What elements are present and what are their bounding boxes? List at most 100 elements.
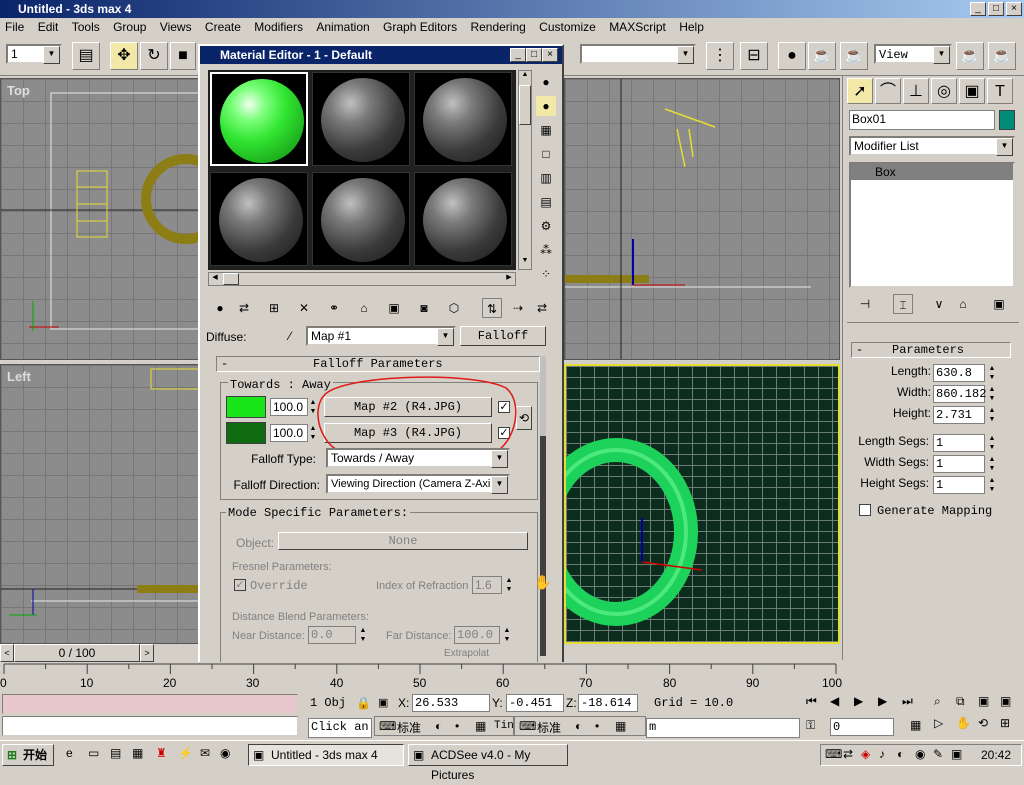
video-color-check-icon[interactable]: ▥ (536, 168, 556, 188)
view-dropdown[interactable]: View ▼ (874, 44, 952, 64)
generate-mapping-checkbox[interactable] (859, 504, 871, 516)
color-swatch-2[interactable] (226, 422, 266, 444)
put-to-library-icon[interactable]: ⌂ (354, 298, 374, 318)
ime-toolbar-2[interactable]: ⌨ 标准 ◐ • ▦ (514, 716, 646, 736)
sample-uv-tiling-icon[interactable]: □ (536, 144, 556, 164)
align-icon[interactable]: ⊟ (740, 42, 768, 70)
minimize-button[interactable]: _ (970, 2, 986, 16)
sample-slot-5[interactable] (312, 172, 410, 266)
sample-slot-6[interactable] (414, 172, 512, 266)
absolute-mode-icon[interactable]: ▣ (378, 696, 388, 709)
show-desktop-icon[interactable]: ▭ (88, 746, 99, 760)
script-text-field[interactable]: m (646, 718, 800, 738)
motion-tab-icon[interactable]: ◎ (931, 78, 957, 104)
lock-selection-icon[interactable]: 🔒 (356, 696, 371, 710)
tray-app-icon[interactable]: ◉ (915, 747, 925, 761)
task-acdsee[interactable]: ▣ ACDSee v4.0 - My Pictures (408, 744, 568, 782)
ime-icon[interactable]: ⌨ (379, 719, 396, 733)
modifier-list-dropdown[interactable]: Modifier List ▼ (849, 136, 1015, 156)
notepad-icon[interactable]: ▤ (110, 746, 121, 760)
quick-render-icon[interactable]: ☕ (840, 42, 868, 70)
mat-maximize-button[interactable]: □ (526, 48, 542, 62)
close-button[interactable]: × (1006, 2, 1022, 16)
menu-file[interactable]: File (0, 18, 29, 36)
render-scene-icon[interactable]: ☕ (808, 42, 836, 70)
key-mode-icon[interactable]: ⚿ (806, 718, 815, 733)
show-end-result-icon[interactable]: ⌶ (893, 294, 913, 314)
ime-icon[interactable]: ⌨ (519, 719, 536, 733)
zoom-all-icon[interactable]: ⧉ (956, 694, 965, 709)
start-button[interactable]: ⊞ 开始 (2, 744, 54, 766)
ior-spinner[interactable]: ▲ ▼ (504, 576, 514, 594)
half-width-icon[interactable]: ◐ (575, 719, 582, 733)
remove-modifier-icon[interactable]: ⌂ (953, 294, 973, 314)
mat-close-button[interactable]: × (542, 48, 558, 62)
slots-horizontal-scrollbar[interactable]: ◀ ▶ (208, 272, 516, 286)
map-name-dropdown[interactable]: Map #1 ▼ (306, 326, 456, 346)
override-checkbox[interactable]: ✓ (234, 579, 246, 591)
viewport-left[interactable]: Left (0, 364, 200, 644)
current-frame-field[interactable]: 0 (830, 718, 894, 736)
display-tab-icon[interactable]: ▣ (959, 78, 985, 104)
height-field[interactable]: 2.731 (933, 406, 985, 424)
object-pick-button[interactable]: None (278, 532, 528, 550)
map-type-button[interactable]: Falloff (460, 326, 546, 346)
maxscript-input-mini[interactable] (2, 716, 298, 736)
menu-graph-editors[interactable]: Graph Editors (378, 18, 462, 36)
object-color-swatch[interactable] (999, 110, 1015, 130)
punctuation-icon[interactable]: • (595, 719, 599, 733)
height-spinner[interactable]: ▲ ▼ (987, 406, 997, 424)
zoom-extents-icon[interactable]: ▣ (978, 694, 989, 708)
render-last-icon[interactable]: ☕ (956, 42, 984, 70)
viewport-top[interactable]: Top (0, 78, 200, 360)
make-unique-icon[interactable]: ⚭ (324, 298, 344, 318)
x-coordinate-field[interactable]: 26.533 (412, 694, 490, 712)
tray-volume-icon[interactable]: ♪ (879, 747, 885, 761)
viewport-perspective[interactable] (564, 364, 840, 644)
width-spinner[interactable]: ▲ ▼ (987, 385, 997, 403)
material-effects-channel-icon[interactable]: ▣ (384, 298, 404, 318)
near-distance-field[interactable]: 0.0 (308, 626, 356, 644)
make-unique-icon[interactable]: ∨ (929, 294, 949, 314)
parameters-rollout-header[interactable]: - Parameters (851, 342, 1011, 358)
named-selection-dropdown[interactable]: ▼ (580, 44, 696, 64)
scroll-right-icon[interactable]: ▶ (503, 273, 515, 285)
mat-minimize-button[interactable]: _ (510, 48, 526, 62)
soft-keyboard-icon[interactable]: ▦ (475, 719, 486, 733)
menu-views[interactable]: Views (155, 18, 197, 36)
show-map-icon[interactable]: ◙ (414, 298, 434, 318)
y-coordinate-field[interactable]: -0.451 (506, 694, 564, 712)
sample-slot-3[interactable] (414, 72, 512, 166)
menu-edit[interactable]: Edit (33, 18, 64, 36)
ie-icon[interactable]: e (66, 746, 73, 760)
next-frame-icon[interactable]: ▶ (878, 694, 887, 708)
rollout-scroll-thumb[interactable] (540, 436, 546, 656)
assign-material-icon[interactable]: ⊞ (264, 298, 284, 318)
tray-app-icon[interactable]: ✎ (933, 747, 943, 761)
near-distance-spinner[interactable]: ▲ ▼ (358, 626, 368, 644)
utilities-tab-icon[interactable]: T (987, 78, 1013, 104)
slots-vertical-scrollbar[interactable]: ▲ ▼ (518, 70, 532, 270)
stack-item-box[interactable]: Box (851, 164, 1013, 180)
go-to-parent-icon[interactable]: ⇅ (482, 298, 502, 318)
far-distance-spinner[interactable]: ▲ ▼ (502, 626, 512, 644)
create-tab-icon[interactable]: ➚ (847, 78, 873, 104)
sample-slot-4[interactable] (210, 172, 308, 266)
time-config-icon[interactable]: ▦ (910, 718, 921, 732)
amount-field-2[interactable]: 100.0 (270, 424, 308, 442)
ior-field[interactable]: 1.6 (472, 576, 502, 594)
tray-network-icon[interactable]: ⇄ (843, 747, 853, 761)
go-to-end-icon[interactable]: ⏭ (902, 694, 913, 709)
eyedropper-icon[interactable]: ⁄ (280, 326, 300, 346)
object-name-field[interactable]: Box01 (849, 110, 995, 130)
punctuation-icon[interactable]: • (455, 719, 459, 733)
sample-slot-1[interactable] (210, 72, 308, 166)
falloff-direction-dropdown[interactable]: Viewing Direction (Camera Z-Axis) ▼ (326, 474, 510, 494)
hierarchy-tab-icon[interactable]: ⊥ (903, 78, 929, 104)
mirror-icon[interactable]: ⋮ (706, 42, 734, 70)
length-segs-field[interactable]: 1 (933, 434, 985, 452)
modify-tab-icon[interactable]: ⌒ (875, 78, 901, 104)
zoom-extents-all-icon[interactable]: ▣ (1000, 694, 1011, 708)
get-material-icon[interactable]: ● (210, 298, 230, 318)
amount-field-1[interactable]: 100.0 (270, 398, 308, 416)
